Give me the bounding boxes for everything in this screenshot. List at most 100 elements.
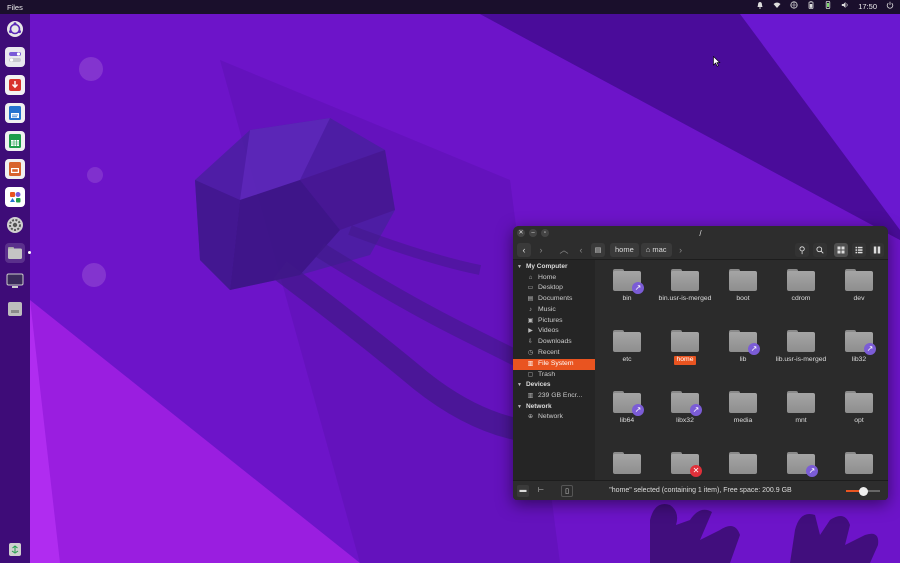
root-drive-button[interactable]: ▤ <box>591 242 605 257</box>
sidebar-item-label: Recent <box>538 349 560 357</box>
file-item[interactable] <box>714 452 772 474</box>
files-icon[interactable] <box>5 243 25 263</box>
file-name: cdrom <box>791 295 811 302</box>
settings-toggle-icon[interactable] <box>5 47 25 67</box>
folder-icon: ✕ <box>671 452 702 477</box>
sidebar-item-pictures[interactable]: ▣ Pictures <box>513 316 595 327</box>
recent-icon: ◷ <box>527 350 534 357</box>
back-button[interactable]: ‹ <box>517 242 531 257</box>
toolbar: ‹ › ︿ ‹ ▤ home ⌂ mac › ⚲ <box>513 240 888 260</box>
file-item[interactable]: media <box>714 391 772 426</box>
icon-view-button[interactable] <box>834 243 848 257</box>
folder-icon <box>787 330 815 352</box>
zoom-slider[interactable] <box>846 486 880 496</box>
file-item[interactable]: ↗ lib64 <box>598 391 656 426</box>
file-item[interactable]: mnt <box>772 391 830 426</box>
impress-icon[interactable] <box>5 159 25 179</box>
compact-view-button[interactable] <box>870 243 884 257</box>
file-item[interactable]: cdrom <box>772 269 830 304</box>
file-item[interactable]: ↗ <box>772 452 830 477</box>
file-item[interactable]: lib.usr-is-merged <box>772 330 830 365</box>
file-item[interactable]: boot <box>714 269 772 304</box>
file-item[interactable]: ↗ lib <box>714 330 772 365</box>
bell-icon[interactable] <box>756 0 764 14</box>
running-indicator <box>28 251 31 254</box>
location-button[interactable]: ⚲ <box>795 243 809 257</box>
folder-icon <box>729 269 757 291</box>
sidebar-section-header[interactable]: ▼ My Computer <box>513 262 595 273</box>
sidebar-section-header[interactable]: ▼ Network <box>513 402 595 413</box>
clock[interactable]: 17:50 <box>858 0 877 14</box>
calc-icon[interactable] <box>5 131 25 151</box>
sidebar-item-label: 239 GB Encr... <box>538 391 583 399</box>
list-icon <box>855 246 863 254</box>
file-item[interactable]: opt <box>830 391 888 426</box>
writer-icon[interactable] <box>5 103 25 123</box>
search-button[interactable] <box>813 243 827 257</box>
path-right-button[interactable]: › <box>674 243 688 257</box>
folder-icon <box>613 452 641 474</box>
pictures-icon: ▣ <box>527 317 534 324</box>
list-view-button[interactable] <box>852 243 866 257</box>
sidebar-item-desktop[interactable]: ▭ Desktop <box>513 283 595 294</box>
symlink-arrow-icon: ↗ <box>632 404 644 416</box>
forward-button[interactable]: › <box>534 243 548 257</box>
file-name: lib64 <box>619 417 635 424</box>
software-icon[interactable] <box>5 75 25 95</box>
network-icon[interactable] <box>790 0 798 14</box>
sidebar-item-network[interactable]: ⊕ Network <box>513 412 595 423</box>
file-item[interactable]: home <box>656 330 714 365</box>
file-grid[interactable]: ↗ bin bin.usr-is-merged boot cdrom dev etc home… <box>595 260 888 480</box>
sidebar-item-file-system[interactable]: ▥ File System <box>513 358 595 370</box>
title-bar[interactable]: ✕ – ▫ / <box>513 226 888 240</box>
sidebar-item-recent[interactable]: ◷ Recent <box>513 348 595 359</box>
path-left-button[interactable]: ‹ <box>574 243 588 257</box>
folder-icon: ↗ <box>613 269 644 294</box>
ubuntu-icon[interactable] <box>5 19 25 39</box>
file-item[interactable]: ↗ lib32 <box>830 330 888 365</box>
file-item[interactable]: bin.usr-is-merged <box>656 269 714 304</box>
power-icon[interactable] <box>886 0 894 14</box>
sidebar-item-label: Pictures <box>538 316 563 324</box>
file-item[interactable]: ✕ <box>656 452 714 477</box>
trash-icon: ▢ <box>527 371 534 378</box>
file-item[interactable]: ↗ bin <box>598 269 656 304</box>
sidebar-item-documents[interactable]: ▤ Documents <box>513 294 595 305</box>
sidebar-item-videos[interactable]: ▶ Videos <box>513 326 595 337</box>
symlink-arrow-icon: ↗ <box>748 343 760 355</box>
sidebar-item-music[interactable]: ♪ Music <box>513 305 595 316</box>
active-app-name[interactable]: Files <box>0 3 23 12</box>
file-manager-window: ✕ – ▫ / ‹ › ︿ ‹ ▤ home ⌂ mac › ⚲ ▼ My Co… <box>513 226 888 500</box>
app-center-icon[interactable] <box>5 187 25 207</box>
system-tray[interactable]: 17:50 <box>756 0 894 14</box>
folder-icon: ↗ <box>671 391 702 416</box>
sidebar-item-239-gb-encr[interactable]: ▥ 239 GB Encr... <box>513 391 595 402</box>
screen-icon[interactable] <box>5 271 25 291</box>
usb-drive-icon[interactable] <box>5 299 25 319</box>
file-name: opt <box>854 417 864 424</box>
wifi-icon[interactable] <box>773 0 781 14</box>
up-button[interactable]: ︿ <box>557 243 571 257</box>
zoom-slider-handle[interactable] <box>858 486 868 496</box>
breadcrumb-home[interactable]: home <box>610 242 639 257</box>
trash-icon[interactable] <box>5 539 25 559</box>
folder-icon <box>671 269 699 291</box>
file-name: etc <box>622 356 632 363</box>
gear-icon[interactable] <box>5 215 25 235</box>
file-item[interactable]: ↗ libx32 <box>656 391 714 426</box>
file-item[interactable] <box>598 452 656 474</box>
sidebar-item-label: Network <box>538 413 563 421</box>
breadcrumb-mac[interactable]: ⌂ mac <box>640 242 672 257</box>
battery-icon[interactable] <box>807 0 815 14</box>
sidebar-item-trash[interactable]: ▢ Trash <box>513 370 595 381</box>
sidebar-section-header[interactable]: ▼ Devices <box>513 380 595 391</box>
file-item[interactable] <box>830 452 888 474</box>
symlink-arrow-icon: ↗ <box>632 282 644 294</box>
symlink-arrow-icon: ↗ <box>806 465 818 477</box>
sidebar-item-home[interactable]: ⌂ Home <box>513 273 595 284</box>
sidebar-item-downloads[interactable]: ⇩ Downloads <box>513 337 595 348</box>
file-item[interactable]: etc <box>598 330 656 365</box>
phone-icon[interactable] <box>824 0 832 14</box>
volume-icon[interactable] <box>841 0 849 14</box>
file-item[interactable]: dev <box>830 269 888 304</box>
